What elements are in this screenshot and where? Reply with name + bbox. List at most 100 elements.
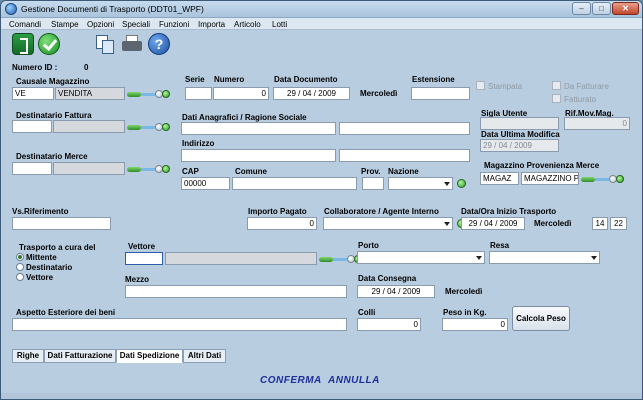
destinatario-merce-lookup-icon[interactable] bbox=[127, 164, 171, 174]
collaboratore-label: Collaboratore / Agente Interno bbox=[324, 207, 439, 216]
menu-comandi[interactable]: Comandi bbox=[9, 20, 41, 29]
mezzo-field[interactable] bbox=[125, 285, 347, 298]
data-documento-field[interactable]: 29 / 04 / 2009 bbox=[273, 87, 350, 100]
importo-pagato-label: Importo Pagato bbox=[248, 207, 307, 216]
chevron-down-icon bbox=[591, 256, 597, 260]
magazzino-lookup-icon[interactable] bbox=[581, 174, 625, 184]
importo-pagato-field[interactable]: 0 bbox=[247, 217, 317, 230]
radio-vettore-label: Vettore bbox=[26, 273, 54, 282]
numero-id-label: Numero ID : bbox=[12, 63, 58, 72]
sigla-utente-field bbox=[480, 117, 559, 130]
cap-field[interactable]: 00000 bbox=[181, 177, 230, 190]
stampata-checkbox[interactable] bbox=[476, 81, 485, 90]
vettore-desc-field bbox=[165, 252, 317, 265]
close-button[interactable]: ✕ bbox=[612, 2, 639, 15]
maximize-button[interactable]: □ bbox=[592, 2, 611, 15]
numero-label: Numero bbox=[214, 75, 245, 84]
colli-field[interactable]: 0 bbox=[357, 318, 421, 331]
radio-mittente[interactable] bbox=[16, 253, 24, 261]
tab-righe[interactable]: Righe bbox=[12, 349, 44, 363]
cap-label: CAP bbox=[182, 167, 199, 176]
resa-label: Resa bbox=[490, 241, 510, 250]
data-inizio-field[interactable]: 29 / 04 / 2009 bbox=[461, 217, 525, 230]
title-bar[interactable]: Gestione Documenti di Trasporto (DDT01_W… bbox=[1, 1, 642, 18]
da-fatturare-label: Da Fatturare bbox=[564, 82, 609, 91]
colli-label: Colli bbox=[358, 308, 376, 317]
magazzino-code-field[interactable]: MAGAZ bbox=[480, 172, 519, 185]
vettore-code-field[interactable] bbox=[125, 252, 163, 265]
comune-field[interactable] bbox=[232, 177, 357, 190]
serie-field[interactable] bbox=[185, 87, 212, 100]
exit-icon[interactable] bbox=[12, 33, 34, 55]
radio-vettore[interactable] bbox=[16, 273, 24, 281]
aspetto-label: Aspetto Esteriore dei beni bbox=[16, 308, 116, 317]
chevron-down-icon bbox=[444, 182, 450, 186]
collaboratore-select[interactable] bbox=[323, 217, 453, 230]
menu-lotti[interactable]: Lotti bbox=[272, 20, 287, 29]
peso-field[interactable]: 0 bbox=[442, 318, 508, 331]
comune-label: Comune bbox=[235, 167, 267, 176]
menu-articolo[interactable]: Articolo bbox=[234, 20, 261, 29]
da-fatturare-checkbox[interactable] bbox=[552, 81, 561, 90]
confirm-icon[interactable] bbox=[38, 33, 60, 55]
menu-opzioni[interactable]: Opzioni bbox=[87, 20, 114, 29]
tab-dati-spedizione[interactable]: Dati Spedizione bbox=[116, 349, 183, 363]
destinatario-fattura-code-field[interactable] bbox=[12, 120, 52, 133]
giorno-documento: Mercoledì bbox=[360, 89, 398, 98]
menu-stampe[interactable]: Stampe bbox=[51, 20, 79, 29]
destinatario-fattura-label: Destinatario Fattura bbox=[16, 111, 92, 120]
serie-label: Serie bbox=[185, 75, 205, 84]
help-icon[interactable]: ? bbox=[148, 33, 170, 55]
copy-icon[interactable] bbox=[94, 33, 116, 55]
vs-riferimento-field[interactable] bbox=[12, 217, 111, 230]
print-icon[interactable] bbox=[121, 33, 143, 55]
indirizzo-field[interactable] bbox=[181, 149, 336, 162]
radio-destinatario[interactable] bbox=[16, 263, 24, 271]
ragione-sociale-field[interactable] bbox=[181, 122, 336, 135]
conferma-button[interactable]: CONFERMA bbox=[260, 375, 322, 386]
destinatario-merce-desc-field bbox=[53, 162, 125, 175]
minuti-field[interactable]: 22 bbox=[610, 217, 627, 230]
nazione-go-icon[interactable] bbox=[457, 179, 466, 188]
prov-field[interactable] bbox=[362, 177, 384, 190]
status-bar bbox=[1, 393, 642, 399]
numero-field[interactable]: 0 bbox=[213, 87, 269, 100]
magazzino-provenienza-label: Magazzino Provenienza Merce bbox=[484, 161, 600, 170]
giorno-inizio: Mercoledì bbox=[534, 219, 572, 228]
menu-funzioni[interactable]: Funzioni bbox=[159, 20, 189, 29]
menu-speciali[interactable]: Speciali bbox=[122, 20, 150, 29]
calcola-peso-button[interactable]: Calcola Peso bbox=[512, 306, 570, 331]
tab-dati-fatturazione[interactable]: Dati Fatturazione bbox=[44, 349, 116, 363]
causale-lookup-icon[interactable] bbox=[127, 89, 171, 99]
app-icon bbox=[5, 3, 17, 15]
chevron-down-icon bbox=[444, 222, 450, 226]
vs-riferimento-label: Vs.Riferimento bbox=[12, 207, 69, 216]
menu-importa[interactable]: Importa bbox=[198, 20, 225, 29]
data-ultima-modifica-field: 29 / 04 / 2009 bbox=[480, 139, 559, 152]
resa-select[interactable] bbox=[489, 251, 600, 264]
app-window: Gestione Documenti di Trasporto (DDT01_W… bbox=[0, 0, 643, 400]
data-consegna-field[interactable]: 29 / 04 / 2009 bbox=[357, 285, 435, 298]
nazione-select[interactable] bbox=[388, 177, 453, 190]
porto-select[interactable] bbox=[357, 251, 485, 264]
rif-mov-mag-field: 0 bbox=[564, 117, 630, 130]
fatturato-checkbox[interactable] bbox=[552, 94, 561, 103]
minimize-button[interactable]: – bbox=[572, 2, 591, 15]
indirizzo-2-field[interactable] bbox=[339, 149, 470, 162]
ragione-sociale-2-field[interactable] bbox=[339, 122, 470, 135]
destinatario-merce-code-field[interactable] bbox=[12, 162, 52, 175]
aspetto-field[interactable] bbox=[12, 318, 347, 331]
indirizzo-label: Indirizzo bbox=[182, 139, 215, 148]
annulla-button[interactable]: ANNULLA bbox=[328, 375, 380, 386]
data-ultima-modifica-label: Data Ultima Modifica bbox=[481, 130, 560, 139]
destinatario-fattura-lookup-icon[interactable] bbox=[127, 122, 171, 132]
ora-field[interactable]: 14 bbox=[592, 217, 608, 230]
radio-mittente-label: Mittente bbox=[26, 253, 57, 262]
estensione-field[interactable] bbox=[411, 87, 470, 100]
causale-code-field[interactable]: VE bbox=[12, 87, 54, 100]
menu-bar: Comandi Stampe Opzioni Speciali Funzioni… bbox=[1, 18, 642, 30]
tab-altri-dati[interactable]: Altri Dati bbox=[183, 349, 226, 363]
causale-desc-field: VENDITA bbox=[55, 87, 125, 100]
estensione-label: Estensione bbox=[412, 75, 455, 84]
giorno-consegna: Mercoledì bbox=[445, 287, 483, 296]
